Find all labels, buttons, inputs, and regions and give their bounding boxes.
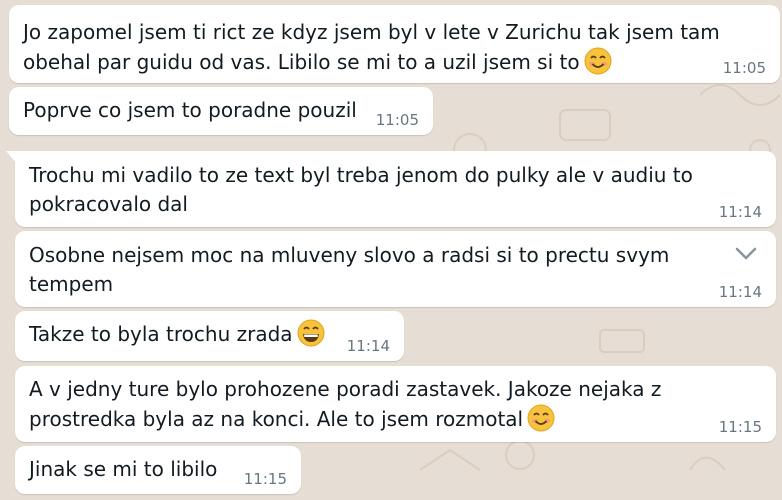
grinning-face-icon	[297, 319, 325, 347]
message-bubble[interactable]: Trochu mi vadilo to ze text byl treba je…	[6, 151, 776, 227]
message-time: 11:15	[718, 418, 762, 436]
message-bubble[interactable]: Osobne nejsem moc na mluveny slovo a rad…	[15, 231, 776, 307]
message-bubble[interactable]: Poprve co jsem to poradne pouzil 11:05	[9, 87, 433, 135]
message-time: 11:05	[722, 59, 766, 77]
message-time: 11:05	[375, 111, 419, 129]
message-bubble[interactable]: A v jedny ture bylo prohozene poradi zas…	[15, 366, 776, 442]
message-time: 11:15	[243, 470, 287, 488]
message-bubble[interactable]: Jo zapomel jsem ti rict ze kdyz jsem byl…	[9, 5, 780, 83]
message-time: 11:14	[346, 337, 390, 355]
message-bubble[interactable]: Takze to byla trochu zrada 11:14	[15, 311, 404, 361]
message-text: A v jedny ture bylo prohozene poradi zas…	[29, 377, 668, 432]
smiling-face-icon	[584, 47, 612, 75]
message-text: Poprve co jsem to poradne pouzil	[23, 98, 357, 122]
message-time: 11:14	[718, 203, 762, 221]
chevron-down-icon[interactable]	[734, 243, 758, 263]
message-text: Osobne nejsem moc na mluveny slovo a rad…	[29, 243, 676, 296]
message-bubble[interactable]: Jinak se mi to libilo 11:15	[15, 446, 301, 494]
bubble-tail	[6, 151, 18, 165]
message-time: 11:14	[718, 283, 762, 301]
message-text: Jo zapomel jsem ti rict ze kdyz jsem byl…	[23, 20, 727, 75]
message-text: Takze to byla trochu zrada	[29, 319, 390, 349]
message-text: Trochu mi vadilo to ze text byl treba je…	[29, 163, 700, 216]
smiling-face-icon	[527, 404, 555, 432]
